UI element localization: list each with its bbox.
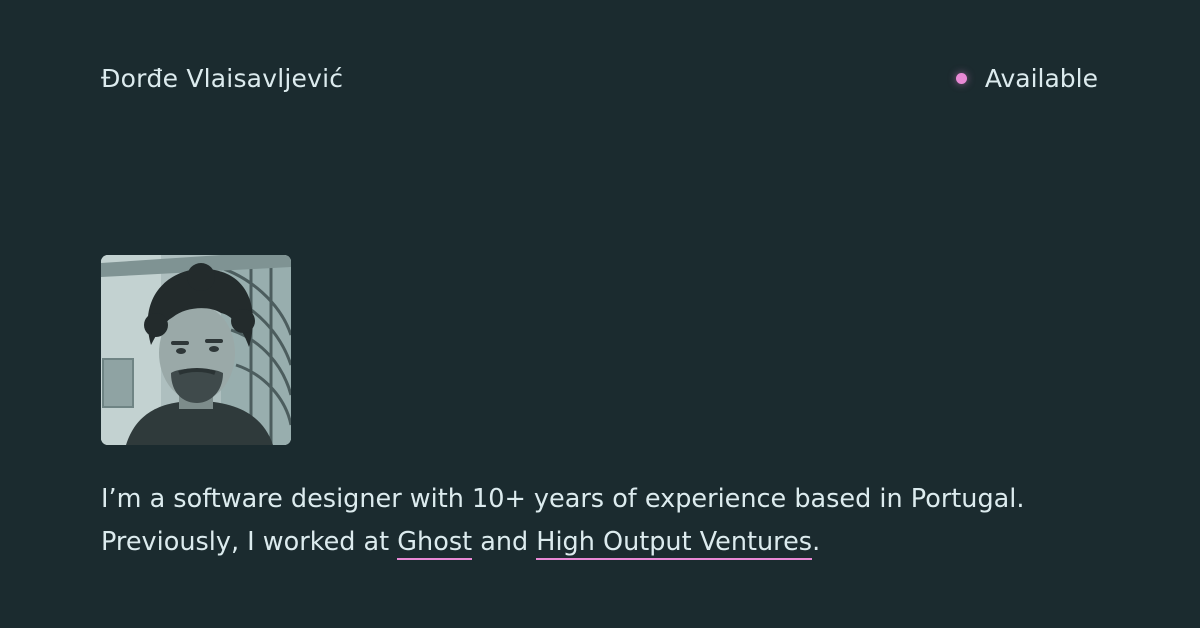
- availability-status: Available: [955, 64, 1098, 93]
- status-dot-icon: [955, 73, 967, 84]
- avatar: [101, 255, 291, 445]
- ghost-link[interactable]: Ghost: [397, 527, 473, 560]
- bio-text: and: [472, 527, 537, 557]
- status-label: Available: [984, 64, 1098, 93]
- high-output-ventures-link[interactable]: High Output Ventures: [536, 527, 813, 560]
- portrait-image: [101, 255, 291, 445]
- bio-text: .: [812, 527, 821, 557]
- site-owner-name[interactable]: Đorđe Vlaisavljević: [101, 64, 343, 93]
- bio-paragraph: I’m a software designer with 10+ years o…: [101, 478, 1101, 564]
